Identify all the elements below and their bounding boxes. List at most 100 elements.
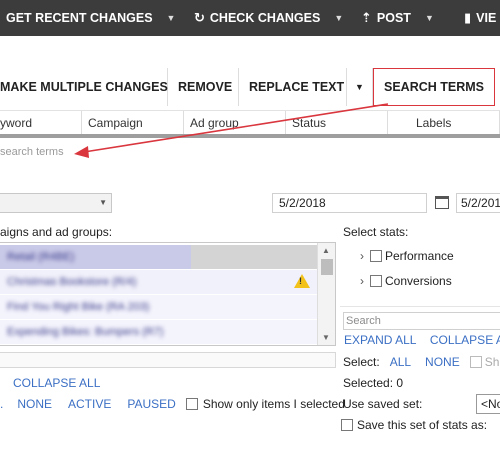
filter-link-truncated[interactable]: . [0,397,3,411]
replace-text-label: REPLACE TEXT [249,80,345,94]
selected-count: Selected: 0 [343,376,404,390]
filter-active-link[interactable]: ACTIVE [68,397,111,411]
column-header-status-label: Status [292,116,327,130]
warning-icon-mark: ! [299,276,302,286]
search-terms-button[interactable]: SEARCH TERMS [373,68,495,106]
refresh-icon: ↻ [194,10,205,25]
vertical-scrollbar[interactable]: ▲ ▼ [317,243,335,345]
chevron-down-icon[interactable]: ▼ [334,13,343,23]
campaign-tree-list[interactable]: Retail (R4BE) Christmas Bookstore (R/4) … [0,242,336,346]
end-date-field[interactable]: 5/2/201 [456,193,500,213]
column-header-campaign-label: Campaign [88,116,143,130]
filter-links: . NONE ACTIVE PAUSED Show only items I s… [0,397,345,411]
date-range-dropdown[interactable]: ▼ [0,193,112,213]
show-selected-label: Sh [484,355,500,369]
chevron-right-icon[interactable]: › [360,249,364,263]
replace-text-dropdown[interactable]: ▼ [347,68,373,106]
list-item[interactable]: Expending Bikes: Bumpers (R7) [0,320,319,344]
list-item-label: Christmas Bookstore (R/4) [7,276,137,288]
chevron-down-icon[interactable]: ▼ [322,333,330,342]
scrollbar-thumb[interactable] [321,259,333,275]
show-only-selected-checkbox[interactable] [185,398,198,410]
stat-conversions-label: Conversions [385,274,452,288]
select-stats-title: Select stats: [343,225,409,239]
stat-conversions[interactable]: › Conversions [360,274,452,288]
use-saved-set-label: Use saved set: [343,397,423,411]
column-header-ad-group-label: Ad group [190,116,239,130]
saved-set-value: <No [481,397,500,411]
show-only-selected-label: Show only items I selected [202,397,345,411]
remove-label: REMOVE [178,80,233,94]
list-item[interactable]: Retail (R4BE) [0,245,319,269]
column-header-keyword[interactable]: yword [0,111,82,135]
chevron-down-icon: ▼ [99,198,107,207]
list-item-label: Find You Right Bike (RA 203) [7,301,150,313]
saved-set-select[interactable]: <No [476,394,500,414]
save-stats-set-checkbox[interactable] [341,419,353,431]
save-stats-set-label: Save this set of stats as: [357,418,488,432]
end-date-value: 5/2/201 [461,196,500,210]
conversions-checkbox[interactable] [370,275,382,287]
get-recent-changes-label: GET RECENT CHANGES [6,11,153,25]
chevron-down-icon[interactable]: ▼ [425,13,434,23]
warning-icon [294,274,310,288]
search-terms-label: SEARCH TERMS [384,80,485,94]
calendar-icon[interactable] [435,196,449,209]
select-label: Select: [343,355,380,369]
performance-checkbox[interactable] [370,250,382,262]
start-date-field[interactable]: 5/2/2018 [272,193,427,213]
expand-all-link[interactable]: EXPAND ALL [344,333,416,347]
select-none-link[interactable]: NONE [425,355,460,369]
list-item-label: Expending Bikes: Bumpers (R7) [7,326,164,338]
column-headers: yword Campaign Ad group Status Labels [0,110,500,135]
collapse-all-stats-link[interactable]: COLLAPSE ALL [430,333,500,347]
stat-performance-label: Performance [385,249,454,263]
chevron-right-icon[interactable]: › [360,274,364,288]
save-stats-set-row: Save this set of stats as: [341,418,487,432]
view-button[interactable]: ▮ VIE [450,0,496,36]
column-header-status[interactable]: Status [286,111,388,135]
column-header-labels-label: Labels [416,116,452,130]
annotation-arrow-head [74,146,89,158]
collapse-all-link[interactable]: COLLAPSE ALL [13,376,100,390]
list-item-status-cell [191,245,319,269]
search-terms-hint: search terms [0,146,64,158]
post-label: POST [376,11,411,25]
chevron-down-icon[interactable]: ▼ [167,13,176,23]
check-changes-button[interactable]: ↻ CHECK CHANGES ▼ [182,0,349,36]
list-item[interactable]: Christmas Bookstore (R/4) ! [0,270,319,294]
top-toolbar: GET RECENT CHANGES ▼ ↻ CHECK CHANGES ▼ ⇡… [0,0,500,36]
column-header-campaign[interactable]: Campaign [82,111,184,135]
chevron-down-icon: ▼ [355,82,364,92]
make-multiple-changes-label: MAKE MULTIPLE CHANGES [0,80,168,94]
filter-paused-link[interactable]: PAUSED [127,397,175,411]
list-item[interactable]: Find You Right Bike (RA 203) [0,295,319,319]
header-divider [0,134,500,138]
remove-button[interactable]: REMOVE [168,68,239,106]
stats-search-input[interactable]: Search [343,312,500,330]
stats-search-placeholder: Search [346,315,381,327]
expand-collapse-row: EXPAND ALL COLLAPSE ALL [344,333,500,347]
upload-icon: ⇡ [361,10,372,25]
show-selected-checkbox[interactable] [469,356,482,368]
horizontal-scrollbar[interactable] [0,352,336,368]
chevron-up-icon[interactable]: ▲ [322,246,330,255]
column-header-keyword-label: yword [0,116,33,130]
check-changes-label: CHECK CHANGES [209,11,321,25]
action-row: MAKE MULTIPLE CHANGES REMOVE REPLACE TEX… [0,68,500,106]
make-multiple-changes-button[interactable]: MAKE MULTIPLE CHANGES [0,68,168,106]
filter-none-link[interactable]: NONE [17,397,52,411]
view-label: VIE [476,11,497,25]
start-date-value: 5/2/2018 [279,196,326,210]
list-item-label: Retail (R4BE) [7,251,75,263]
bar-chart-icon: ▮ [464,10,472,25]
campaigns-ad-groups-title: aigns and ad groups: [0,225,113,239]
column-header-labels[interactable]: Labels [388,111,500,135]
post-button[interactable]: ⇡ POST ▼ [349,0,450,36]
stat-performance[interactable]: › Performance [360,249,454,263]
select-all-link[interactable]: ALL [390,355,411,369]
select-row: Select: ALL NONE Sh [343,355,499,369]
replace-text-button[interactable]: REPLACE TEXT [239,68,347,106]
get-recent-changes-button[interactable]: GET RECENT CHANGES ▼ [0,0,182,36]
column-header-ad-group[interactable]: Ad group [184,111,286,135]
